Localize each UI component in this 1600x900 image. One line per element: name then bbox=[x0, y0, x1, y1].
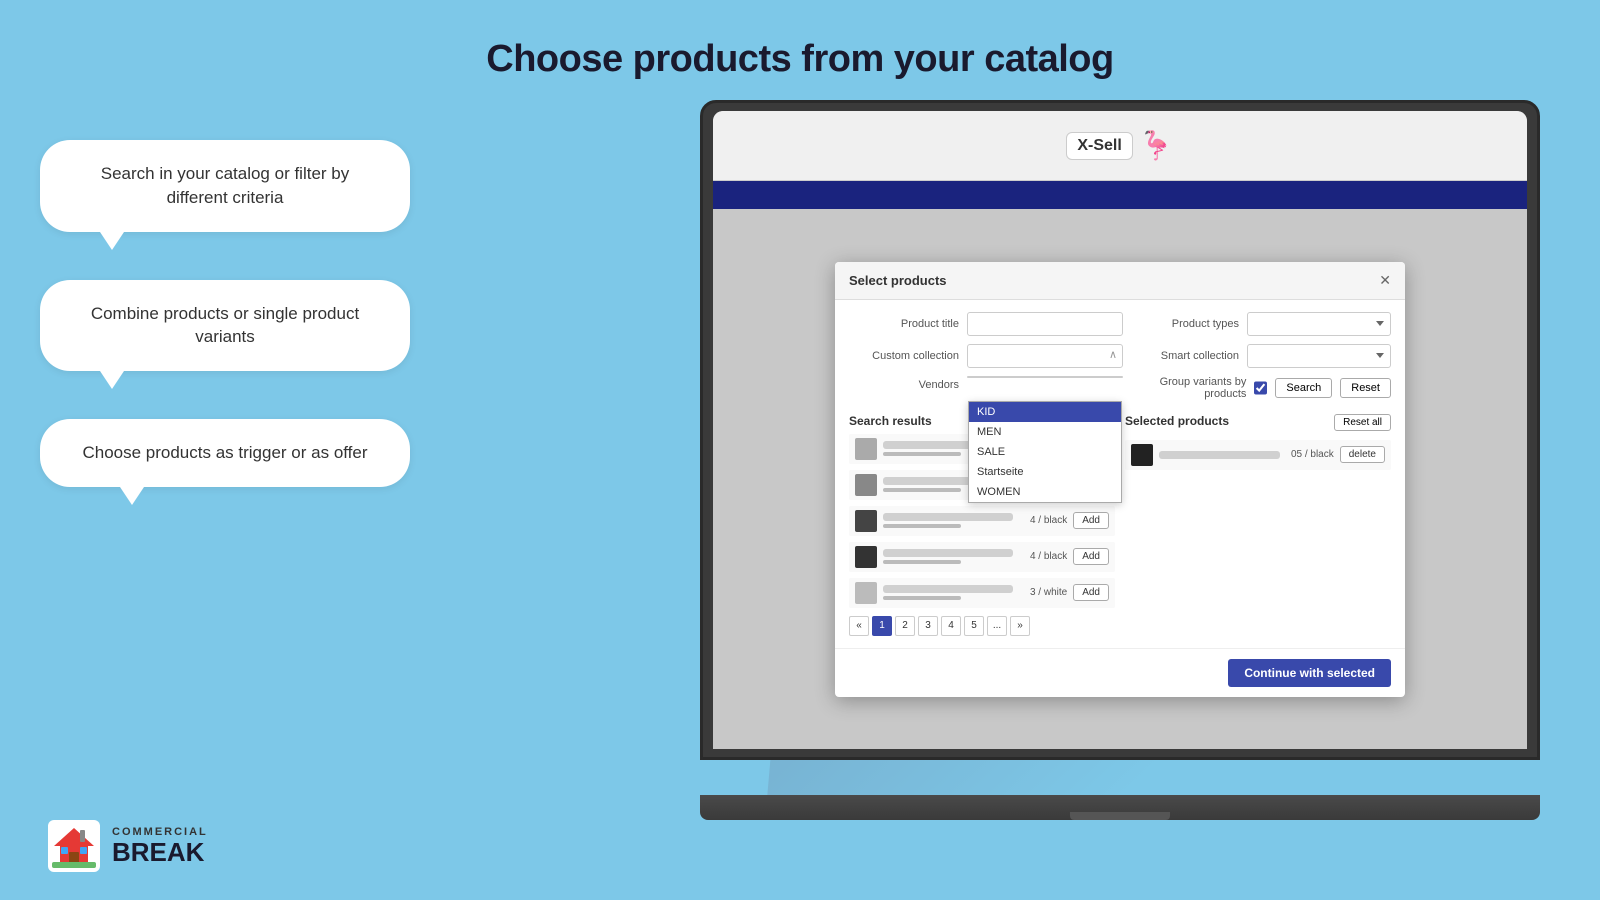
select-products-modal: Select products ✕ Prod bbox=[835, 262, 1405, 697]
result-thumb bbox=[855, 546, 877, 568]
xsell-brand: X-Sell bbox=[1066, 132, 1132, 160]
product-title-label: Product title bbox=[849, 318, 959, 330]
logo-break: BREAK bbox=[112, 838, 208, 867]
app-nav bbox=[713, 181, 1527, 209]
product-title-input[interactable] bbox=[967, 312, 1123, 336]
bubble-search: Search in your catalog or filter by diff… bbox=[40, 140, 410, 232]
bubble-combine: Combine products or single product varia… bbox=[40, 280, 410, 372]
bubble-combine-text: Combine products or single product varia… bbox=[91, 304, 359, 347]
group-variants-label: Group variants by products bbox=[1139, 376, 1246, 400]
smart-collection-label: Smart collection bbox=[1139, 350, 1239, 362]
bubble-trigger-text: Choose products as trigger or as offer bbox=[82, 443, 367, 462]
selected-products-title: Selected products bbox=[1125, 414, 1229, 428]
result-thumb bbox=[855, 582, 877, 604]
xsell-logo: X-Sell 🦩 bbox=[1066, 129, 1173, 162]
result-thumb bbox=[855, 510, 877, 532]
vendor-option-men[interactable]: MEN bbox=[969, 422, 1121, 442]
result-thumb bbox=[855, 438, 877, 460]
smart-collection-select[interactable] bbox=[1247, 344, 1391, 368]
add-button[interactable]: Add bbox=[1073, 584, 1109, 601]
smart-collection-row: Smart collection bbox=[1139, 344, 1391, 368]
custom-collection-row: Custom collection ∧ bbox=[849, 344, 1123, 368]
vendor-option-women[interactable]: WOMEN bbox=[969, 482, 1121, 502]
modal-close-button[interactable]: ✕ bbox=[1379, 272, 1391, 289]
result-bar-line bbox=[883, 452, 961, 456]
product-title-row: Product title bbox=[849, 312, 1123, 336]
selected-item: 05 / black delete bbox=[1125, 440, 1391, 470]
selected-bar bbox=[1159, 451, 1280, 459]
page-2-button[interactable]: 2 bbox=[895, 616, 915, 636]
result-bar-line bbox=[883, 524, 961, 528]
laptop-body: X-Sell 🦩 Select products ✕ bbox=[700, 100, 1540, 760]
result-variant: 4 / black bbox=[1019, 515, 1067, 526]
vendor-options-list: KID MEN SALE Startseite WOMEN bbox=[968, 401, 1122, 503]
result-variant: 3 / white bbox=[1019, 587, 1067, 598]
group-variants-row: Group variants by products Search Reset bbox=[1139, 376, 1391, 400]
bubbles-area: Search in your catalog or filter by diff… bbox=[40, 140, 410, 487]
modal-title: Select products bbox=[849, 273, 947, 288]
screen-content: X-Sell 🦩 Select products ✕ bbox=[713, 111, 1527, 749]
result-thumb bbox=[855, 474, 877, 496]
result-bar-line bbox=[883, 560, 961, 564]
result-bar bbox=[883, 549, 1013, 557]
vendor-option-sale[interactable]: SALE bbox=[969, 442, 1121, 462]
result-bar-line bbox=[883, 596, 961, 600]
app-main: Select products ✕ Prod bbox=[713, 209, 1527, 749]
result-bar bbox=[883, 513, 1013, 521]
result-item: 4 / black Add bbox=[849, 506, 1115, 536]
search-button[interactable]: Search bbox=[1275, 378, 1332, 398]
vendors-row: Vendors KID MEN SALE Startseite WOME bbox=[849, 376, 1123, 391]
result-bar-line bbox=[883, 488, 961, 492]
selected-variant: 05 / black bbox=[1286, 449, 1334, 460]
modal-body: Product title Custom collection ∧ bbox=[835, 300, 1405, 648]
page-5-button[interactable]: 5 bbox=[964, 616, 984, 636]
custom-collection-input[interactable] bbox=[967, 344, 1123, 368]
vendor-option-startseite[interactable]: Startseite bbox=[969, 462, 1121, 482]
prev-page-button[interactable]: « bbox=[849, 616, 869, 636]
modal-header: Select products ✕ bbox=[835, 262, 1405, 300]
selected-products-panel: Selected products Reset all 05 / black d bbox=[1125, 414, 1391, 636]
page-3-button[interactable]: 3 bbox=[918, 616, 938, 636]
product-types-select[interactable] bbox=[1247, 312, 1391, 336]
custom-collection-label: Custom collection bbox=[849, 350, 959, 362]
collection-chevron-icon: ∧ bbox=[1109, 348, 1117, 361]
page-title: Choose products from your catalog bbox=[0, 0, 1600, 81]
product-types-label: Product types bbox=[1139, 318, 1239, 330]
page-1-button[interactable]: 1 bbox=[872, 616, 892, 636]
logo-commercial: COMMERCIAL bbox=[112, 826, 208, 838]
modal-footer: Continue with selected bbox=[835, 648, 1405, 697]
result-variant: 4 / black bbox=[1019, 551, 1067, 562]
logo-text: COMMERCIAL BREAK bbox=[112, 826, 208, 867]
delete-button[interactable]: delete bbox=[1340, 446, 1385, 463]
result-item: 3 / white Add bbox=[849, 578, 1115, 608]
house-icon bbox=[48, 820, 100, 872]
add-button[interactable]: Add bbox=[1073, 548, 1109, 565]
xsell-bird-icon: 🦩 bbox=[1139, 129, 1174, 162]
commercial-break-logo: COMMERCIAL BREAK bbox=[48, 820, 208, 872]
laptop-wrapper: X-Sell 🦩 Select products ✕ bbox=[700, 100, 1570, 820]
product-types-row: Product types bbox=[1139, 312, 1391, 336]
next-page-button[interactable]: » bbox=[1010, 616, 1030, 636]
vendor-option-kid[interactable]: KID bbox=[969, 402, 1121, 422]
vendors-dropdown[interactable]: KID MEN SALE Startseite WOMEN bbox=[967, 376, 1123, 378]
reset-all-button[interactable]: Reset all bbox=[1334, 414, 1391, 431]
reset-button[interactable]: Reset bbox=[1340, 378, 1391, 398]
laptop-screen-bezel: X-Sell 🦩 Select products ✕ bbox=[713, 111, 1527, 749]
bubble-trigger: Choose products as trigger or as offer bbox=[40, 419, 410, 487]
selected-thumb bbox=[1131, 444, 1153, 466]
dots-button: ... bbox=[987, 616, 1007, 636]
add-button[interactable]: Add bbox=[1073, 512, 1109, 529]
right-filters: Product types Smart collection bbox=[1139, 312, 1391, 408]
vendors-label: Vendors bbox=[849, 376, 959, 391]
continue-button[interactable]: Continue with selected bbox=[1228, 659, 1391, 687]
app-header: X-Sell 🦩 bbox=[713, 111, 1527, 181]
result-item: 4 / black Add bbox=[849, 542, 1115, 572]
laptop-base bbox=[700, 795, 1540, 820]
pagination: « 1 2 3 4 5 ... » bbox=[849, 616, 1115, 636]
bubble-search-text: Search in your catalog or filter by diff… bbox=[101, 164, 350, 207]
page-4-button[interactable]: 4 bbox=[941, 616, 961, 636]
group-variants-checkbox[interactable] bbox=[1254, 381, 1267, 395]
result-bar bbox=[883, 585, 1013, 593]
